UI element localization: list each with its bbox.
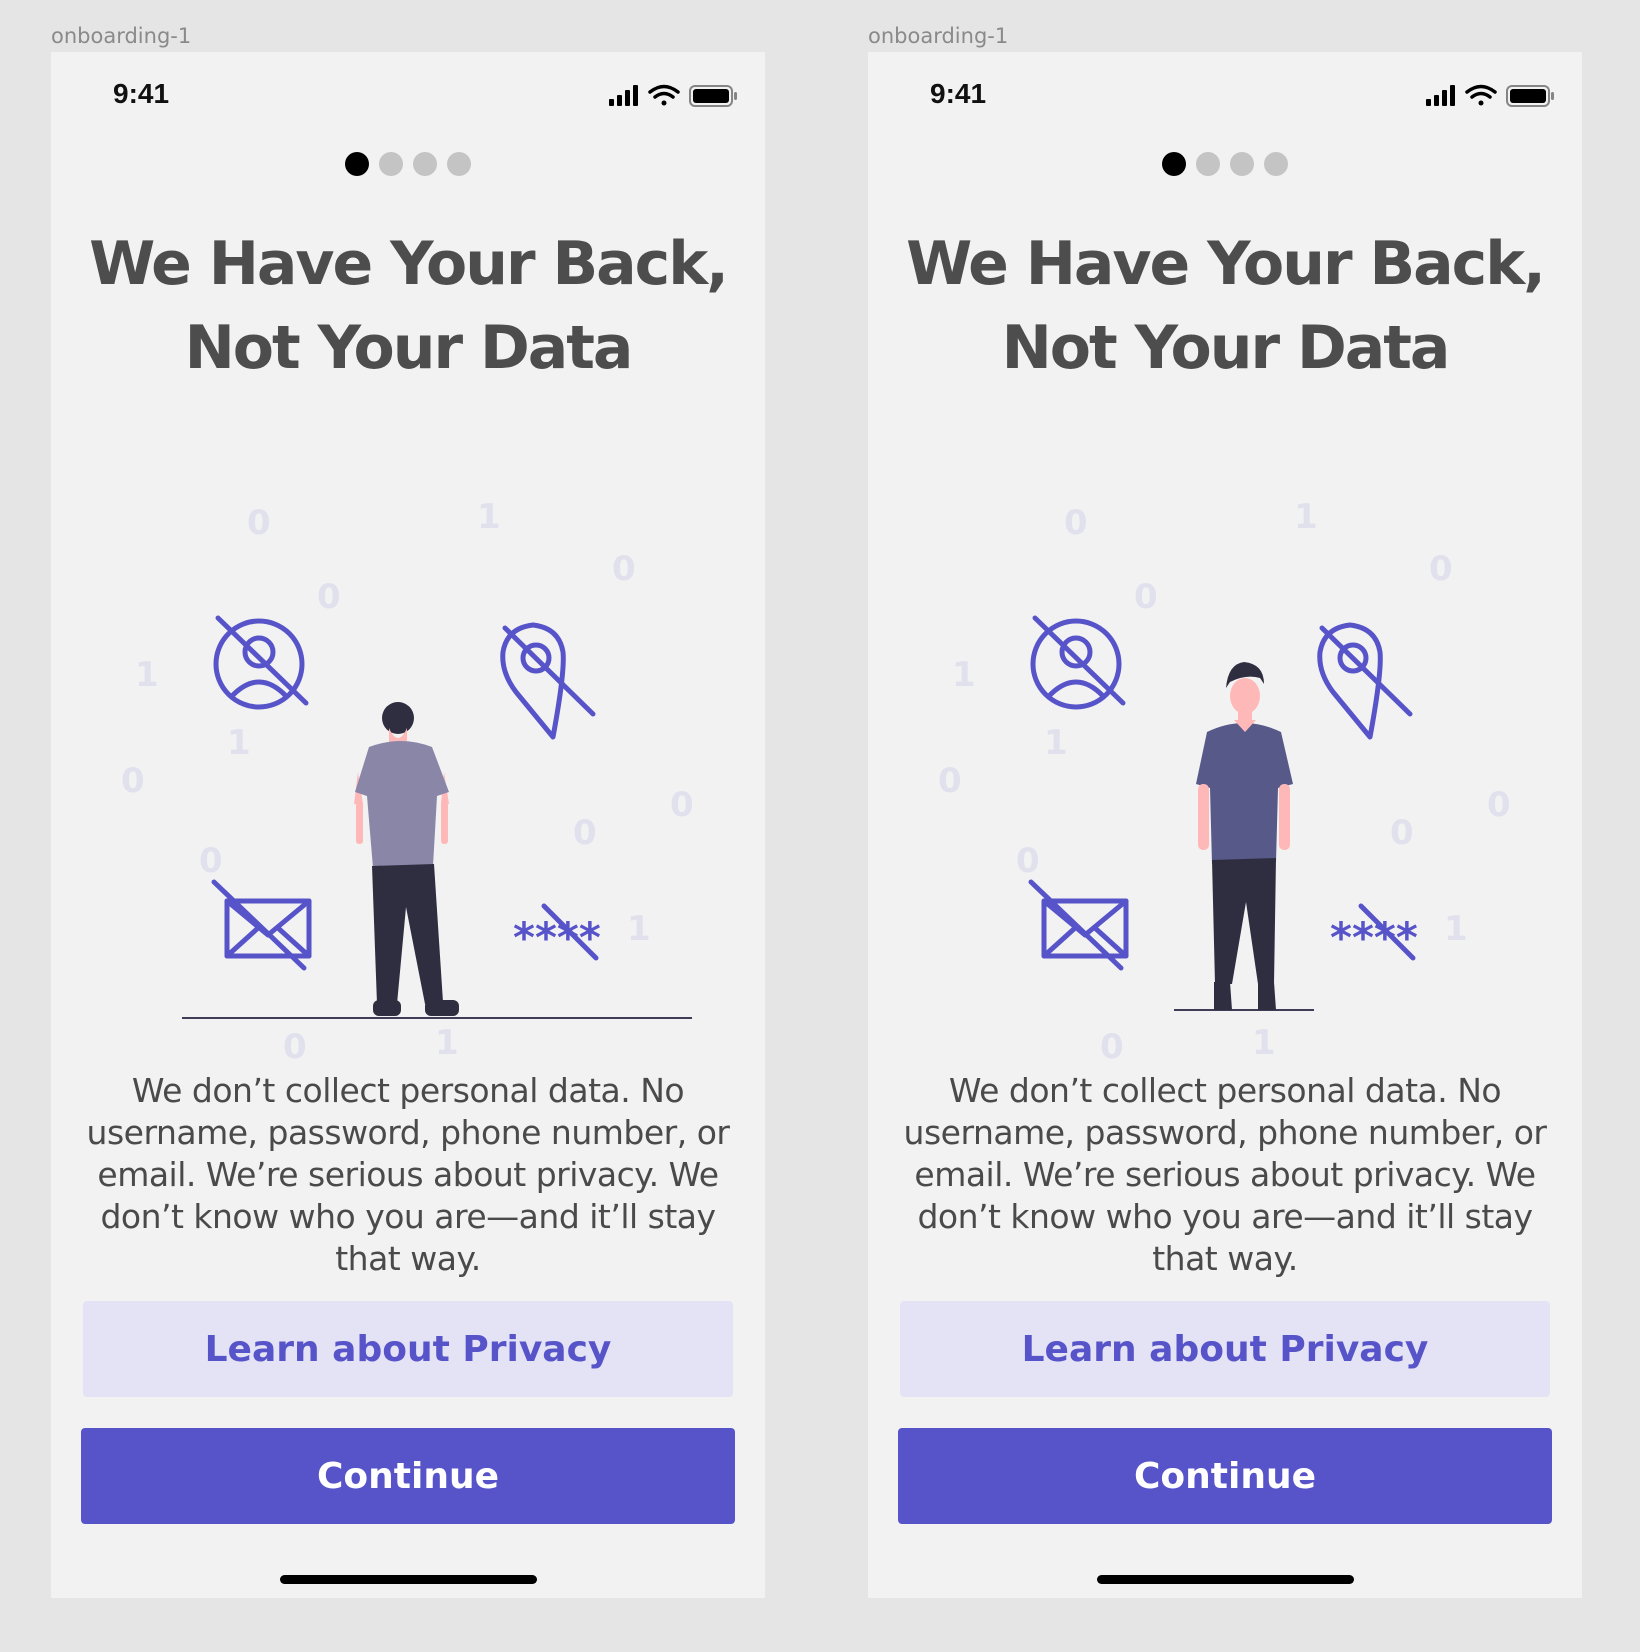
- svg-text:0: 0: [1390, 813, 1414, 853]
- svg-text:0: 0: [283, 1027, 307, 1067]
- body-text: We don’t collect personal data. No usern…: [86, 1071, 730, 1278]
- svg-text:0: 0: [1064, 503, 1088, 543]
- no-mail-icon: [211, 879, 312, 971]
- page-dot-2[interactable]: [379, 152, 403, 176]
- privacy-illustration: 0 1 0 0 1 1 0 0 0 0 1 0 1 ****: [121, 497, 694, 1067]
- frame-label: onboarding-1: [868, 24, 1009, 48]
- body-text: We don’t collect personal data. No usern…: [903, 1071, 1547, 1278]
- svg-text:1: 1: [1294, 497, 1318, 537]
- no-password-icon: ****: [513, 903, 601, 962]
- wifi-icon: [1465, 84, 1497, 106]
- page-dot-1[interactable]: [1162, 152, 1186, 176]
- page-dot-3[interactable]: [1230, 152, 1254, 176]
- svg-text:1: 1: [135, 655, 159, 695]
- status-icons: [609, 84, 737, 107]
- svg-text:1: 1: [1044, 723, 1068, 763]
- page-dot-3[interactable]: [413, 152, 437, 176]
- svg-text:0: 0: [199, 841, 223, 881]
- wifi-icon: [648, 84, 680, 106]
- home-indicator[interactable]: [1097, 1575, 1354, 1584]
- svg-text:0: 0: [1429, 549, 1453, 589]
- svg-text:0: 0: [670, 785, 694, 825]
- status-time: 9:41: [113, 78, 170, 109]
- svg-text:1: 1: [627, 909, 651, 949]
- signal-icon: [609, 85, 638, 106]
- page-indicator[interactable]: [51, 152, 765, 176]
- svg-text:0: 0: [1100, 1027, 1124, 1067]
- no-user-icon: [213, 615, 309, 710]
- battery-icon: [689, 85, 737, 107]
- phone-screen: 9:41 We Have Your Back, Not Your Data 0 …: [51, 52, 765, 1598]
- svg-text:0: 0: [121, 761, 145, 801]
- signal-icon: [1426, 85, 1455, 106]
- home-indicator[interactable]: [280, 1575, 537, 1584]
- battery-icon: [1506, 85, 1554, 107]
- person-front-view: [1196, 662, 1293, 1010]
- phone-screen: 9:41 We Have Your Back, Not Your Data 0 …: [868, 52, 1582, 1598]
- page-title: We Have Your Back, Not Your Data: [89, 229, 729, 383]
- status-time: 9:41: [930, 78, 987, 109]
- no-password-icon: ****: [1330, 903, 1418, 962]
- page-dot-4[interactable]: [447, 152, 471, 176]
- status-icons: [1426, 84, 1554, 107]
- svg-text:1: 1: [952, 655, 976, 695]
- learn-privacy-button[interactable]: Learn about Privacy: [900, 1301, 1550, 1397]
- continue-button[interactable]: Continue: [898, 1428, 1552, 1524]
- page-dot-4[interactable]: [1264, 152, 1288, 176]
- privacy-illustration: 0 1 0 0 1 1 0 0 0 0 1 0 1 ****: [938, 497, 1511, 1067]
- svg-text:0: 0: [1134, 577, 1158, 617]
- continue-button[interactable]: Continue: [81, 1428, 735, 1524]
- page-dot-1[interactable]: [345, 152, 369, 176]
- page-indicator[interactable]: [868, 152, 1582, 176]
- learn-privacy-button[interactable]: Learn about Privacy: [83, 1301, 733, 1397]
- no-location-icon: [1317, 622, 1413, 740]
- page-title: We Have Your Back, Not Your Data: [906, 229, 1546, 383]
- svg-text:1: 1: [227, 723, 251, 763]
- svg-text:1: 1: [435, 1023, 459, 1063]
- no-mail-icon: [1028, 879, 1129, 971]
- svg-text:0: 0: [317, 577, 341, 617]
- svg-text:0: 0: [1487, 785, 1511, 825]
- svg-text:0: 0: [573, 813, 597, 853]
- no-user-icon: [1030, 615, 1126, 710]
- no-location-icon: [500, 622, 596, 740]
- svg-text:0: 0: [1016, 841, 1040, 881]
- svg-text:0: 0: [612, 549, 636, 589]
- svg-text:1: 1: [1252, 1023, 1276, 1063]
- person-back-view: [354, 702, 459, 1016]
- svg-text:1: 1: [477, 497, 501, 537]
- svg-text:0: 0: [247, 503, 271, 543]
- frame-label: onboarding-1: [51, 24, 192, 48]
- svg-text:1: 1: [1444, 909, 1468, 949]
- page-dot-2[interactable]: [1196, 152, 1220, 176]
- svg-text:0: 0: [938, 761, 962, 801]
